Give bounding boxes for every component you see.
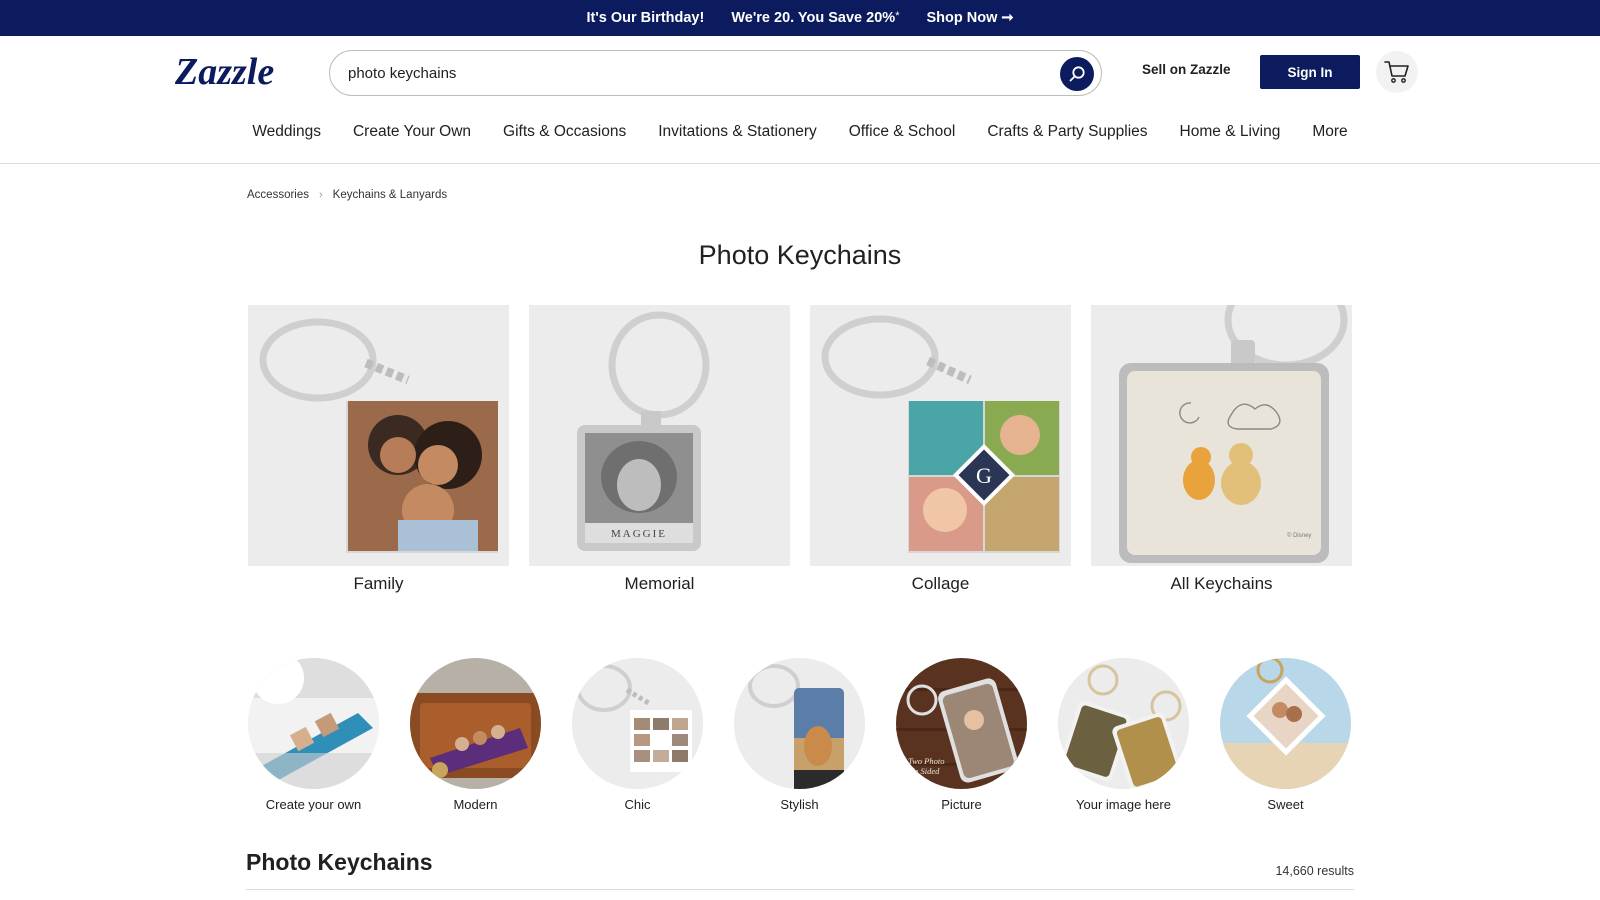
style-label-modern: Modern <box>453 797 498 812</box>
style-label-picture: Picture <box>941 797 982 812</box>
category-card-memorial[interactable]: MAGGIE Memorial <box>529 305 790 594</box>
picture-tag-line-1: Two Photo <box>908 756 944 766</box>
nav-create-your-own[interactable]: Create Your Own <box>337 120 487 144</box>
cart-icon <box>1384 61 1409 83</box>
style-label-your-image-here: Your image here <box>1076 797 1171 812</box>
sweet-image <box>1220 658 1351 789</box>
category-label-memorial: Memorial <box>624 574 695 593</box>
breadcrumb: Accessories › Keychains & Lanyards <box>247 189 447 201</box>
promo-bar: It's Our Birthday! We're 20. You Save 20… <box>0 0 1600 36</box>
style-label-stylish: Stylish <box>780 797 819 812</box>
nav-gifts-occasions[interactable]: Gifts & Occasions <box>487 120 642 144</box>
arrow-right-icon: ➞ <box>1001 10 1014 26</box>
site-header: Zazzle Sell on Zazzle Sign In Weddings C… <box>0 36 1600 164</box>
results-divider <box>246 889 1354 890</box>
category-card-all-keychains[interactable]: © Disney All Keychains <box>1091 305 1352 594</box>
chic-image <box>572 658 703 789</box>
promo-asterisk: * <box>895 10 900 22</box>
page-title: Photo Keychains <box>698 240 902 270</box>
all-keychains-image: © Disney <box>1091 305 1352 566</box>
category-cards: Family MAGGIE Memorial G Collage © Disne… <box>248 305 1352 594</box>
style-label-chic: Chic <box>624 797 651 812</box>
nav-weddings[interactable]: Weddings <box>236 120 337 144</box>
search-bar <box>329 50 1102 96</box>
style-item-create-your-own[interactable]: Create your own <box>248 658 379 812</box>
nav-crafts-party-supplies[interactable]: Crafts & Party Supplies <box>971 120 1163 144</box>
zazzle-logo[interactable]: Zazzle <box>174 51 315 93</box>
search-icon <box>1069 66 1085 82</box>
family-keychain-image <box>248 305 509 566</box>
category-label-all-keychains: All Keychains <box>1170 574 1273 593</box>
breadcrumb-accessories[interactable]: Accessories <box>247 189 309 201</box>
style-item-your-image-here[interactable]: Your image here <box>1058 658 1189 812</box>
search-input[interactable] <box>348 51 1028 95</box>
cart-button[interactable] <box>1376 51 1418 93</box>
nav-more[interactable]: More <box>1296 120 1363 144</box>
picture-tag-line-2: ble Sided <box>908 766 940 776</box>
memorial-tag-text: MAGGIE <box>611 528 667 540</box>
promo-save-text: We're 20. You Save 20% <box>731 10 896 26</box>
style-label-sweet: Sweet <box>1267 797 1304 812</box>
search-button[interactable] <box>1060 57 1094 91</box>
category-card-family[interactable]: Family <box>248 305 509 594</box>
nav-office-school[interactable]: Office & School <box>833 120 972 144</box>
memorial-keychain-image: MAGGIE <box>529 305 790 566</box>
category-label-family: Family <box>353 574 404 593</box>
picture-image: Two Photo ble Sided <box>896 658 1027 789</box>
promo-birthday: It's Our Birthday! <box>586 10 705 26</box>
collage-tag-text: G <box>976 463 992 488</box>
style-item-chic[interactable]: Chic <box>572 658 703 812</box>
breadcrumb-keychains-lanyards[interactable]: Keychains & Lanyards <box>333 189 447 201</box>
style-item-sweet[interactable]: Sweet <box>1220 658 1351 812</box>
style-item-picture[interactable]: Two Photo ble Sided Picture <box>896 658 1027 812</box>
sign-in-button[interactable]: Sign In <box>1260 55 1360 89</box>
style-circles: Create your own Modern Chic Stylish Two … <box>248 658 1351 812</box>
sell-on-zazzle-link[interactable]: Sell on Zazzle <box>1142 62 1231 77</box>
main-nav: Weddings Create Your Own Gifts & Occasio… <box>0 120 1600 144</box>
results-count: 14,660 results <box>1275 864 1354 878</box>
results-title: Photo Keychains <box>246 849 433 875</box>
create-your-own-image <box>248 658 379 789</box>
promo-shop-text: Shop Now <box>926 10 998 26</box>
style-item-stylish[interactable]: Stylish <box>734 658 865 812</box>
nav-home-living[interactable]: Home & Living <box>1164 120 1297 144</box>
style-label-create-your-own: Create your own <box>265 797 362 812</box>
your-image-here-image <box>1058 658 1189 789</box>
promo-save: We're 20. You Save 20%* <box>731 10 899 26</box>
style-item-modern[interactable]: Modern <box>410 658 541 812</box>
category-label-collage: Collage <box>911 574 970 593</box>
category-card-collage[interactable]: G Collage <box>810 305 1071 594</box>
stylish-image <box>734 658 865 789</box>
disney-copyright-text: © Disney <box>1287 532 1311 539</box>
collage-keychain-image: G <box>810 305 1071 566</box>
logo-text: Zazzle <box>175 52 274 92</box>
promo-shop-now-link[interactable]: Shop Now ➞ <box>926 10 1013 26</box>
chevron-right-icon: › <box>319 189 323 201</box>
modern-image <box>410 658 541 789</box>
nav-invitations-stationery[interactable]: Invitations & Stationery <box>642 120 833 144</box>
